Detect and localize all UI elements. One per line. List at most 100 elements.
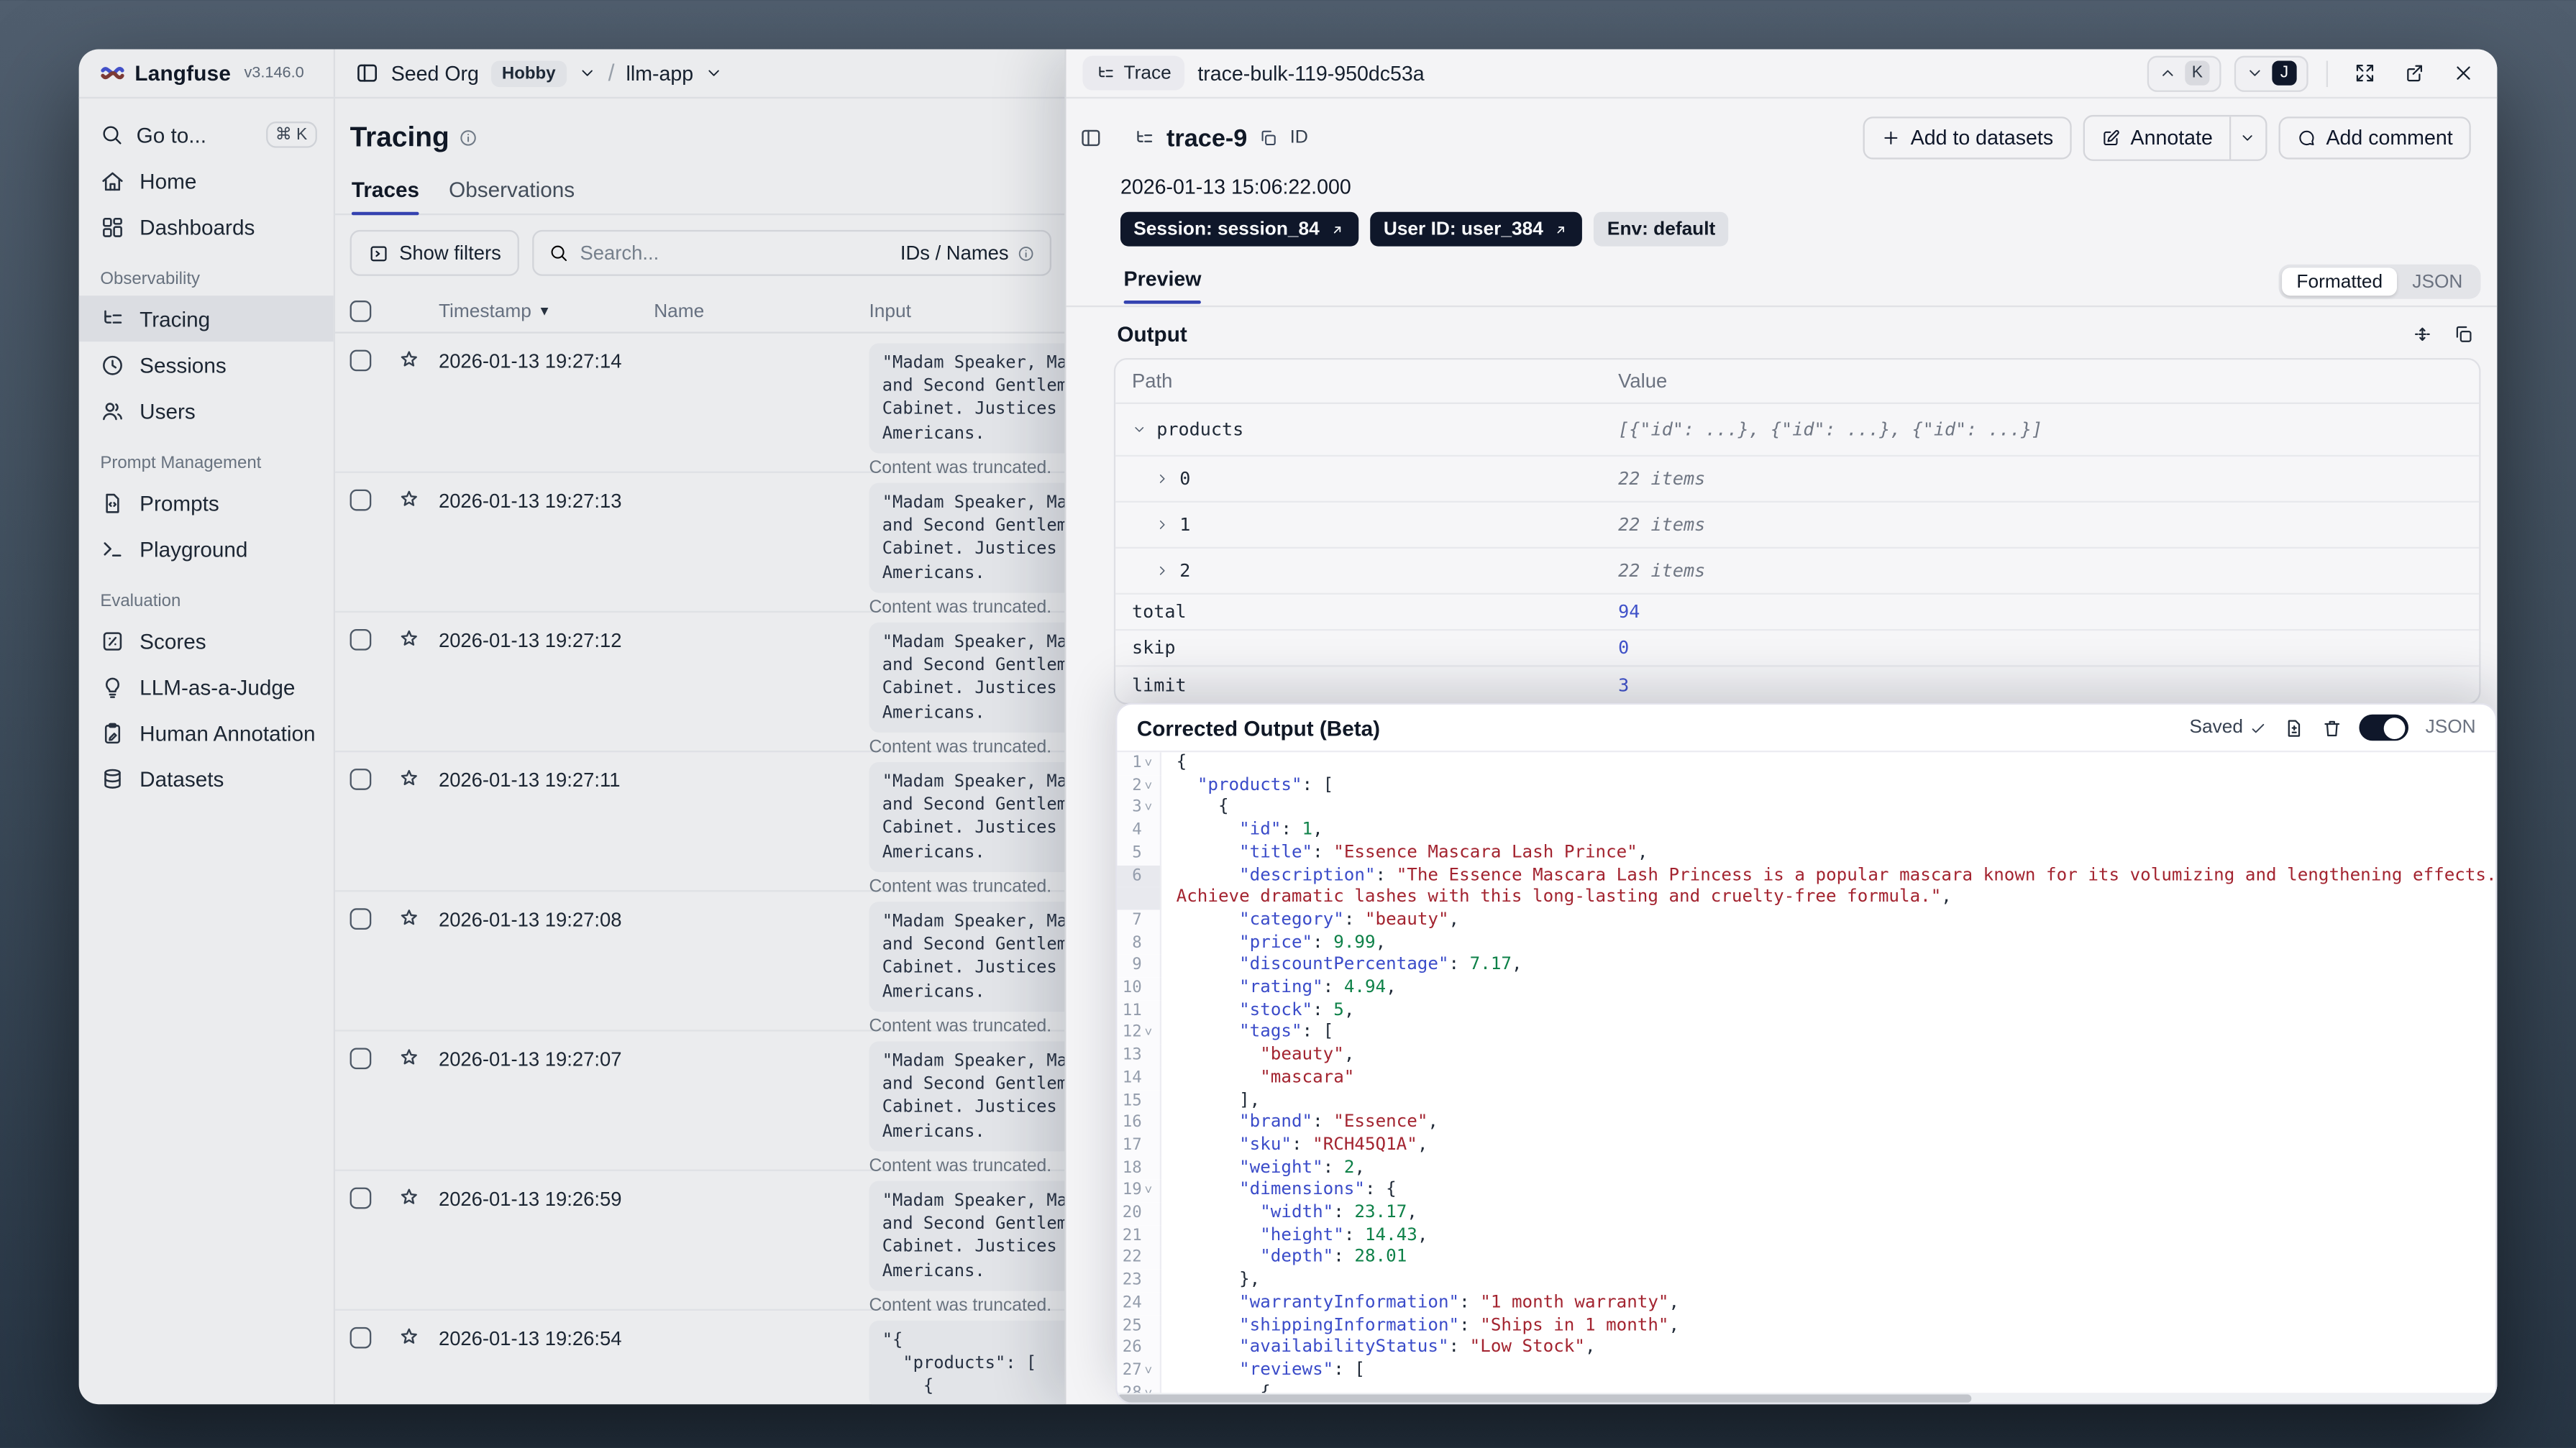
sidebar-item-datasets[interactable]: Datasets bbox=[79, 756, 334, 802]
next-trace-button[interactable]: J bbox=[2234, 55, 2308, 91]
chevron-down-icon[interactable] bbox=[579, 64, 597, 82]
fold-icon[interactable]: ˅ bbox=[1142, 797, 1155, 820]
copy-icon[interactable] bbox=[1259, 128, 1278, 147]
sidebar-item-scores[interactable]: Scores bbox=[79, 618, 334, 664]
editor-line[interactable]: 11 "stock": 5, bbox=[1117, 999, 2495, 1022]
close-button[interactable] bbox=[2444, 55, 2480, 91]
line-number-gutter[interactable]: 1 ˅ bbox=[1117, 752, 1162, 775]
editor-line[interactable]: 15 ], bbox=[1117, 1089, 2495, 1113]
editor-line[interactable]: 19 ˅ "dimensions": { bbox=[1117, 1180, 2495, 1203]
editor-line[interactable]: 3 ˅ { bbox=[1117, 797, 2495, 820]
row-checkbox[interactable] bbox=[350, 489, 372, 511]
show-filters-button[interactable]: Show filters bbox=[350, 229, 519, 276]
annotate-dropdown-button[interactable] bbox=[2229, 116, 2265, 160]
annotate-button[interactable]: Annotate bbox=[2085, 116, 2229, 159]
sidebar-item-users[interactable]: Users bbox=[79, 388, 334, 434]
bookmark-star-icon[interactable] bbox=[398, 1046, 421, 1069]
sidebar-item-home[interactable]: Home bbox=[79, 157, 334, 203]
editor-line[interactable]: 6 "description": "The Essence Mascara La… bbox=[1117, 864, 2495, 888]
line-number-gutter[interactable]: 8 bbox=[1117, 932, 1162, 956]
line-number-gutter[interactable]: 15 bbox=[1117, 1089, 1162, 1113]
editor-line[interactable]: 20 "width": 23.17, bbox=[1117, 1202, 2495, 1225]
editor-line[interactable]: 12 ˅ "tags": [ bbox=[1117, 1022, 2495, 1045]
line-number-gutter[interactable]: 12 ˅ bbox=[1117, 1022, 1162, 1045]
chevron-right-icon[interactable] bbox=[1155, 564, 1170, 579]
line-number-gutter[interactable]: 13 bbox=[1117, 1045, 1162, 1068]
editor-line[interactable]: 5 "title": "Essence Mascara Lash Prince"… bbox=[1117, 842, 2495, 865]
editor-line[interactable]: 21 "height": 14.43, bbox=[1117, 1224, 2495, 1247]
editor-line[interactable]: 4 "id": 1, bbox=[1117, 820, 2495, 843]
sidebar-item-prompts[interactable]: Prompts bbox=[79, 480, 334, 526]
goto-search[interactable]: Go to... ⌘ K bbox=[79, 111, 334, 157]
sidebar-item-llm-as-a-judge[interactable]: LLM-as-a-Judge bbox=[79, 664, 334, 710]
editor-line[interactable]: 26 "availabilityStatus": "Low Stock", bbox=[1117, 1337, 2495, 1360]
tab-traces[interactable]: Traces bbox=[351, 178, 420, 216]
prev-trace-button[interactable]: K bbox=[2147, 55, 2221, 91]
table-row[interactable]: 2026-01-13 19:26:54 "{ "products": [ { bbox=[335, 1311, 1065, 1405]
format-formatted[interactable]: Formatted bbox=[2281, 267, 2398, 296]
chevron-down-icon[interactable] bbox=[1132, 422, 1147, 437]
line-number-gutter[interactable]: 23 bbox=[1117, 1270, 1162, 1293]
editor-line[interactable]: Achieve dramatic lashes with this long-l… bbox=[1117, 887, 2495, 910]
editor-line[interactable]: 1 ˅ { bbox=[1117, 752, 2495, 775]
line-number-gutter[interactable]: 3 ˅ bbox=[1117, 797, 1162, 820]
search-box[interactable]: IDs / Names bbox=[532, 229, 1052, 276]
expand-button[interactable] bbox=[2346, 55, 2382, 91]
row-checkbox[interactable] bbox=[350, 1187, 372, 1209]
line-number-gutter[interactable]: 26 bbox=[1117, 1337, 1162, 1360]
resize-vertical-icon[interactable] bbox=[2412, 324, 2434, 345]
line-number-gutter[interactable]: 4 bbox=[1117, 820, 1162, 843]
fold-icon[interactable]: ˅ bbox=[1142, 1360, 1155, 1382]
sidebar-item-sessions[interactable]: Sessions bbox=[79, 342, 334, 388]
add-comment-button[interactable]: Add comment bbox=[2278, 116, 2471, 160]
sidebar-item-playground[interactable]: Playground bbox=[79, 526, 334, 572]
select-all-checkbox[interactable] bbox=[350, 301, 372, 322]
editor-line[interactable]: 7 "category": "beauty", bbox=[1117, 909, 2495, 933]
line-number-gutter[interactable]: 27 ˅ bbox=[1117, 1360, 1162, 1383]
line-number-gutter[interactable]: 25 bbox=[1117, 1314, 1162, 1338]
line-number-gutter[interactable]: 22 bbox=[1117, 1247, 1162, 1270]
editor-line[interactable]: 25 "shippingInformation": "Ships in 1 mo… bbox=[1117, 1314, 2495, 1338]
fold-icon[interactable]: ˅ bbox=[1142, 752, 1155, 774]
json-toggle[interactable] bbox=[2360, 714, 2409, 741]
editor-line[interactable]: 23 }, bbox=[1117, 1270, 2495, 1293]
line-number-gutter[interactable]: 11 bbox=[1117, 999, 1162, 1022]
editor-line[interactable]: 13 "beauty", bbox=[1117, 1045, 2495, 1068]
col-timestamp[interactable]: Timestamp ▼ bbox=[439, 301, 551, 321]
table-row[interactable]: 2026-01-13 19:27:07 "Madam Speaker, Ma and… bbox=[335, 1032, 1065, 1176]
col-input[interactable]: Input bbox=[869, 301, 910, 321]
search-mode[interactable]: IDs / Names bbox=[900, 242, 1035, 265]
row-checkbox[interactable] bbox=[350, 1326, 372, 1349]
line-number-gutter[interactable]: 20 bbox=[1117, 1202, 1162, 1225]
output-row-products[interactable]: products [{"id": ...}, {"id": ...}, {"id"… bbox=[1115, 404, 2480, 457]
editor-line[interactable]: 9 "discountPercentage": 7.17, bbox=[1117, 955, 2495, 978]
fold-icon[interactable]: ˅ bbox=[1142, 775, 1155, 797]
format-json[interactable]: JSON bbox=[2398, 267, 2477, 295]
line-number-gutter[interactable]: 7 bbox=[1117, 909, 1162, 933]
tab-observations[interactable]: Observations bbox=[449, 178, 575, 214]
line-number-gutter[interactable]: 10 bbox=[1117, 977, 1162, 1000]
editor-line[interactable]: 16 "brand": "Essence", bbox=[1117, 1112, 2495, 1135]
table-row[interactable]: 2026-01-13 19:27:08 "Madam Speaker, Ma and… bbox=[335, 892, 1065, 1036]
sidebar-item-human-annotation[interactable]: Human Annotation bbox=[79, 710, 334, 756]
bookmark-star-icon[interactable] bbox=[398, 487, 421, 510]
line-number-gutter[interactable]: 19 ˅ bbox=[1117, 1180, 1162, 1203]
row-checkbox[interactable] bbox=[350, 349, 372, 372]
editor-line[interactable]: 14 "mascara" bbox=[1117, 1067, 2495, 1090]
editor-line[interactable]: 8 "price": 9.99, bbox=[1117, 932, 2495, 956]
editor-line[interactable]: 2 ˅ "products": [ bbox=[1117, 774, 2495, 797]
editor-hscrollbar[interactable] bbox=[1117, 1393, 2496, 1403]
table-row[interactable]: 2026-01-13 19:27:11 "Madam Speaker, Ma and… bbox=[335, 752, 1065, 897]
chevron-down-icon[interactable] bbox=[705, 64, 723, 82]
chevron-right-icon[interactable] bbox=[1155, 472, 1170, 487]
line-number-gutter[interactable]: 14 bbox=[1117, 1067, 1162, 1090]
editor-line[interactable]: 17 "sku": "RCH45Q1A", bbox=[1117, 1135, 2495, 1158]
line-number-gutter[interactable]: 17 bbox=[1117, 1135, 1162, 1158]
search-input[interactable] bbox=[580, 241, 889, 265]
add-to-datasets-button[interactable]: Add to datasets bbox=[1863, 116, 2072, 160]
trash-icon[interactable] bbox=[2322, 717, 2344, 738]
bookmark-star-icon[interactable] bbox=[398, 628, 421, 651]
editor-line[interactable]: 24 "warrantyInformation": "1 month warra… bbox=[1117, 1292, 2495, 1315]
output-row-0[interactable]: 0 22 items bbox=[1115, 457, 2480, 503]
org-name[interactable]: Seed Org bbox=[391, 62, 479, 85]
